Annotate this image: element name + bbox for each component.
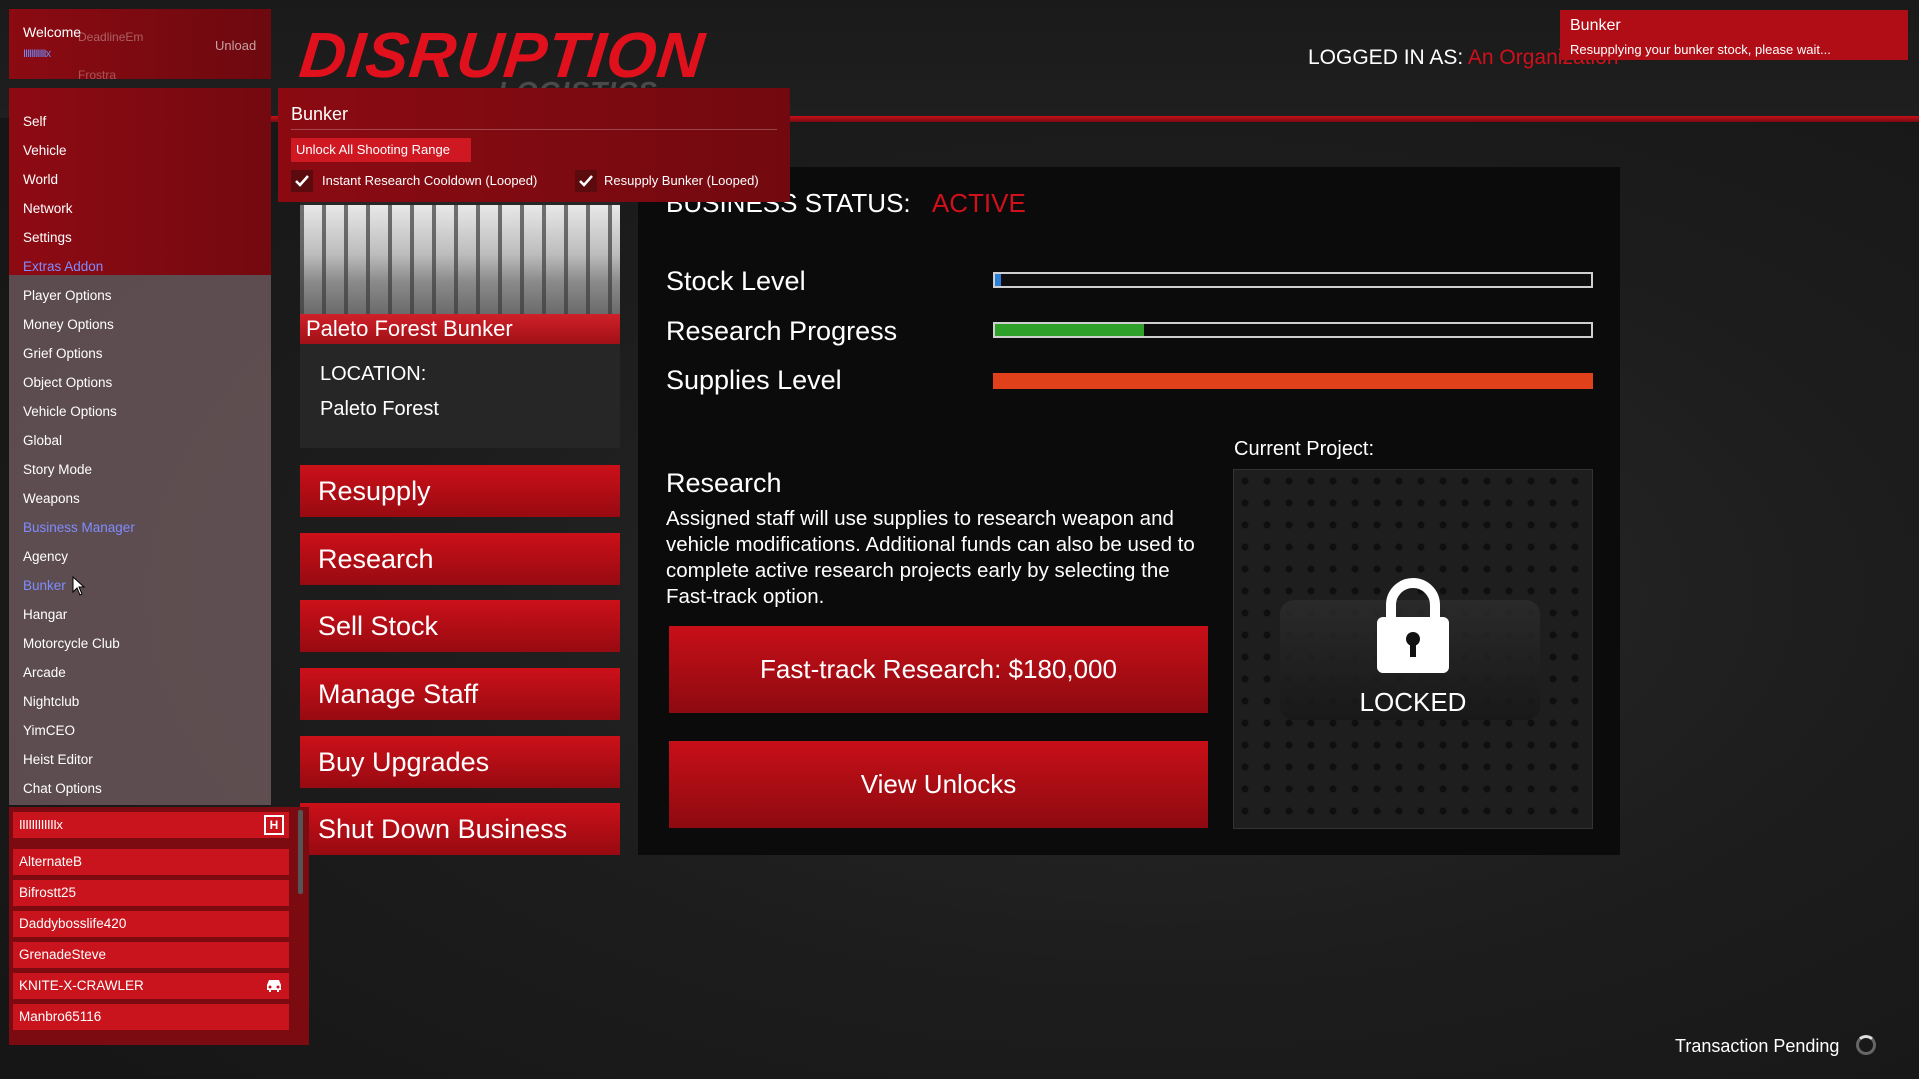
buy-upgrades-button[interactable]: Buy Upgrades xyxy=(300,736,620,788)
supplies-level-fill xyxy=(993,373,1593,389)
research-button[interactable]: Research xyxy=(300,533,620,585)
menu-item-grief-options[interactable]: Grief Options xyxy=(23,346,103,361)
mouse-cursor-icon xyxy=(72,576,86,596)
menu-item-story-mode[interactable]: Story Mode xyxy=(23,462,92,477)
sell-stock-button[interactable]: Sell Stock xyxy=(300,600,620,652)
view-unlocks-button[interactable]: View Unlocks xyxy=(669,741,1208,828)
menu-item-nightclub[interactable]: Nightclub xyxy=(23,694,79,709)
welcome-username: IIIIIIIIIIIx xyxy=(23,48,51,60)
research-progress-label: Research Progress xyxy=(666,316,898,346)
menu-item-money-options[interactable]: Money Options xyxy=(23,317,114,332)
location-label: LOCATION: xyxy=(320,363,427,385)
menu-item-arcade[interactable]: Arcade xyxy=(23,665,66,680)
supplies-level-label: Supplies Level xyxy=(666,365,842,395)
menu-item-yimceo[interactable]: YimCEO xyxy=(23,723,75,738)
menu-item-agency[interactable]: Agency xyxy=(23,549,68,564)
location-name: Paleto Forest Bunker xyxy=(300,314,620,344)
menu-item-chat-options[interactable]: Chat Options xyxy=(23,781,102,796)
resupply-bunker-checkbox[interactable] xyxy=(575,170,597,192)
research-progress-bar xyxy=(993,322,1593,338)
locked-label: LOCKED xyxy=(1359,687,1467,717)
players-header-label: IIIIIIIIIIIIx xyxy=(19,817,63,832)
popup-title: Bunker xyxy=(291,104,349,124)
unload-button[interactable]: Unload xyxy=(215,38,256,53)
menu-item-self[interactable]: Self xyxy=(23,114,46,129)
supplies-level-bar xyxy=(993,373,1593,389)
player-name: Daddybosslife420 xyxy=(19,916,127,931)
welcome-label: Welcome xyxy=(23,24,82,40)
resupply-button[interactable]: Resupply xyxy=(300,465,620,517)
menu-item-world[interactable]: World xyxy=(23,172,58,187)
player-name: AlternateB xyxy=(19,854,83,869)
menu-item-object-options[interactable]: Object Options xyxy=(23,375,112,390)
instant-research-label: Instant Research Cooldown (Looped) xyxy=(322,173,538,188)
business-status-value: ACTIVE xyxy=(931,188,1026,218)
stock-level-bar xyxy=(993,272,1593,288)
player-name: KNITE-X-CRAWLER xyxy=(19,978,144,993)
welcome-ghost-text: DeadlineEm xyxy=(78,30,144,44)
player-name: Bifrostt25 xyxy=(19,885,77,900)
shut-down-business-button[interactable]: Shut Down Business xyxy=(300,803,620,855)
research-description: Assigned staff will use supplies to rese… xyxy=(666,507,1195,608)
lock-icon xyxy=(1377,578,1449,673)
menu-item-motorcycle-club[interactable]: Motorcycle Club xyxy=(23,636,120,651)
menu-item-vehicle-options[interactable]: Vehicle Options xyxy=(23,404,117,419)
menu-item-player-options[interactable]: Player Options xyxy=(23,288,112,303)
menu-item-network[interactable]: Network xyxy=(23,201,73,216)
menu-item-vehicle[interactable]: Vehicle xyxy=(23,143,67,158)
toast-title: Bunker xyxy=(1570,17,1621,34)
instant-research-checkbox[interactable] xyxy=(291,170,313,192)
menu-item-global[interactable]: Global xyxy=(23,433,62,448)
logged-in-label: LOGGED IN AS: xyxy=(1308,46,1464,69)
menu-item-bunker[interactable]: Bunker xyxy=(23,578,66,593)
research-heading: Research xyxy=(666,468,782,498)
checkmark-icon xyxy=(579,175,593,187)
stock-level-fill xyxy=(995,274,1001,286)
welcome-ghost-text-2: Frostra xyxy=(78,68,117,82)
vehicle-icon xyxy=(267,980,281,992)
fast-track-research-button[interactable]: Fast-track Research: $180,000 xyxy=(669,626,1208,713)
menu-item-hangar[interactable]: Hangar xyxy=(23,607,67,622)
current-project-label: Current Project: xyxy=(1234,438,1375,460)
player-name: Manbro65116 xyxy=(19,1009,102,1024)
menu-item-extras-addon: Extras Addon xyxy=(23,259,104,274)
menu-item-business-manager: Business Manager xyxy=(23,520,135,535)
manage-staff-button[interactable]: Manage Staff xyxy=(300,668,620,720)
checkmark-icon xyxy=(295,175,309,187)
host-icon: H xyxy=(264,815,284,835)
transaction-pending-label: Transaction Pending xyxy=(1675,1036,1840,1056)
players-scrollbar[interactable] xyxy=(298,810,303,894)
popup-divider xyxy=(291,129,777,130)
toast-message: Resupplying your bunker stock, please wa… xyxy=(1570,42,1831,57)
location-photo xyxy=(300,205,620,315)
stock-level-label: Stock Level xyxy=(666,266,806,296)
research-progress-fill xyxy=(995,324,1144,336)
menu-item-heist-editor[interactable]: Heist Editor xyxy=(23,752,93,767)
location-value: Paleto Forest xyxy=(320,398,439,420)
menu-item-weapons[interactable]: Weapons xyxy=(23,491,80,506)
unlock-shooting-range-button[interactable]: Unlock All Shooting Range xyxy=(291,138,471,162)
menu-item-settings[interactable]: Settings xyxy=(23,230,72,245)
player-name: GrenadeSteve xyxy=(19,947,107,962)
loading-spinner-icon xyxy=(1856,1035,1876,1055)
resupply-bunker-label: Resupply Bunker (Looped) xyxy=(604,173,759,188)
